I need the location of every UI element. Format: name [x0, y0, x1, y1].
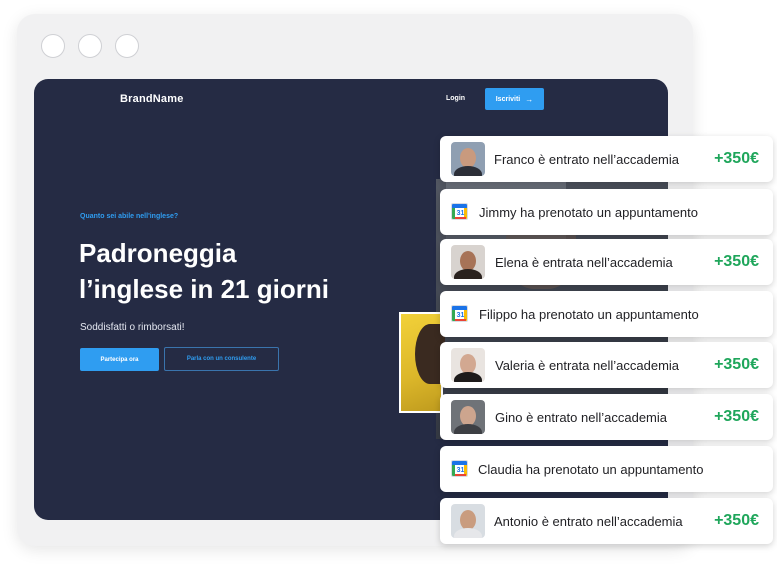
stage: BrandName Login Iscriviti → Quanto sei a… [0, 0, 777, 568]
hero-title: Padroneggia l’inglese in 21 giorni [79, 235, 399, 307]
notification-card: 31 Filippo ha prenotato un appuntamento [440, 291, 773, 337]
hero-title-line-1: Padroneggia [79, 238, 237, 268]
notification-text: Claudia ha prenotato un appuntamento [478, 461, 704, 477]
brand-logo[interactable]: BrandName [120, 93, 184, 105]
notification-card: Antonio è entrato nell’accademia +350€ [440, 498, 773, 544]
signup-button[interactable]: Iscriviti → [485, 88, 544, 110]
login-link[interactable]: Login [446, 95, 465, 102]
user-avatar [451, 400, 485, 434]
google-calendar-icon: 31 [451, 305, 468, 322]
notification-amount: +350€ [714, 408, 759, 425]
window-control-dot[interactable] [78, 34, 102, 58]
join-now-button[interactable]: Partecipa ora [80, 348, 159, 371]
hero-title-line-2: l’inglese in 21 giorni [79, 274, 329, 304]
hero-eyebrow: Quanto sei abile nell'inglese? [80, 213, 179, 220]
talk-to-consultant-button[interactable]: Parla con un consulente [164, 347, 279, 371]
user-avatar [451, 245, 485, 279]
signup-button-label: Iscriviti [495, 95, 521, 103]
google-calendar-icon: 31 [451, 203, 468, 220]
user-avatar [451, 504, 485, 538]
notification-text: Elena è entrata nell’accademia [495, 254, 673, 270]
window-control-dot[interactable] [41, 34, 65, 58]
secondary-photo [399, 312, 445, 413]
notification-amount: +350€ [714, 253, 759, 270]
window-control-dot[interactable] [115, 34, 139, 58]
user-avatar [451, 142, 485, 176]
notification-card: Franco è entrato nell’accademia +350€ [440, 136, 773, 182]
notification-amount: +350€ [714, 150, 759, 167]
arrow-right-icon: → [525, 94, 534, 104]
notification-card: 31 Claudia ha prenotato un appuntamento [440, 446, 773, 492]
hero-subtitle: Soddisfatti o rimborsati! [80, 322, 185, 333]
notification-text: Filippo ha prenotato un appuntamento [479, 306, 699, 322]
notification-card: Gino è entrato nell’accademia +350€ [440, 394, 773, 440]
notification-text: Jimmy ha prenotato un appuntamento [479, 204, 698, 220]
notification-card: 31 Jimmy ha prenotato un appuntamento [440, 189, 773, 235]
notification-amount: +350€ [714, 512, 759, 529]
calendar-day: 31 [456, 467, 465, 474]
notification-text: Gino è entrato nell’accademia [495, 409, 667, 425]
notification-text: Valeria è entrata nell’accademia [495, 357, 680, 373]
notification-text: Antonio è entrato nell’accademia [494, 513, 683, 529]
google-calendar-icon: 31 [451, 460, 468, 477]
calendar-day: 31 [456, 312, 465, 319]
notification-text: Franco è entrato nell’accademia [494, 151, 679, 167]
calendar-day: 31 [456, 210, 465, 217]
notification-card: Valeria è entrata nell’accademia +350€ [440, 342, 773, 388]
notification-card: Elena è entrata nell’accademia +350€ [440, 239, 773, 285]
user-avatar [451, 348, 485, 382]
notification-amount: +350€ [714, 356, 759, 373]
